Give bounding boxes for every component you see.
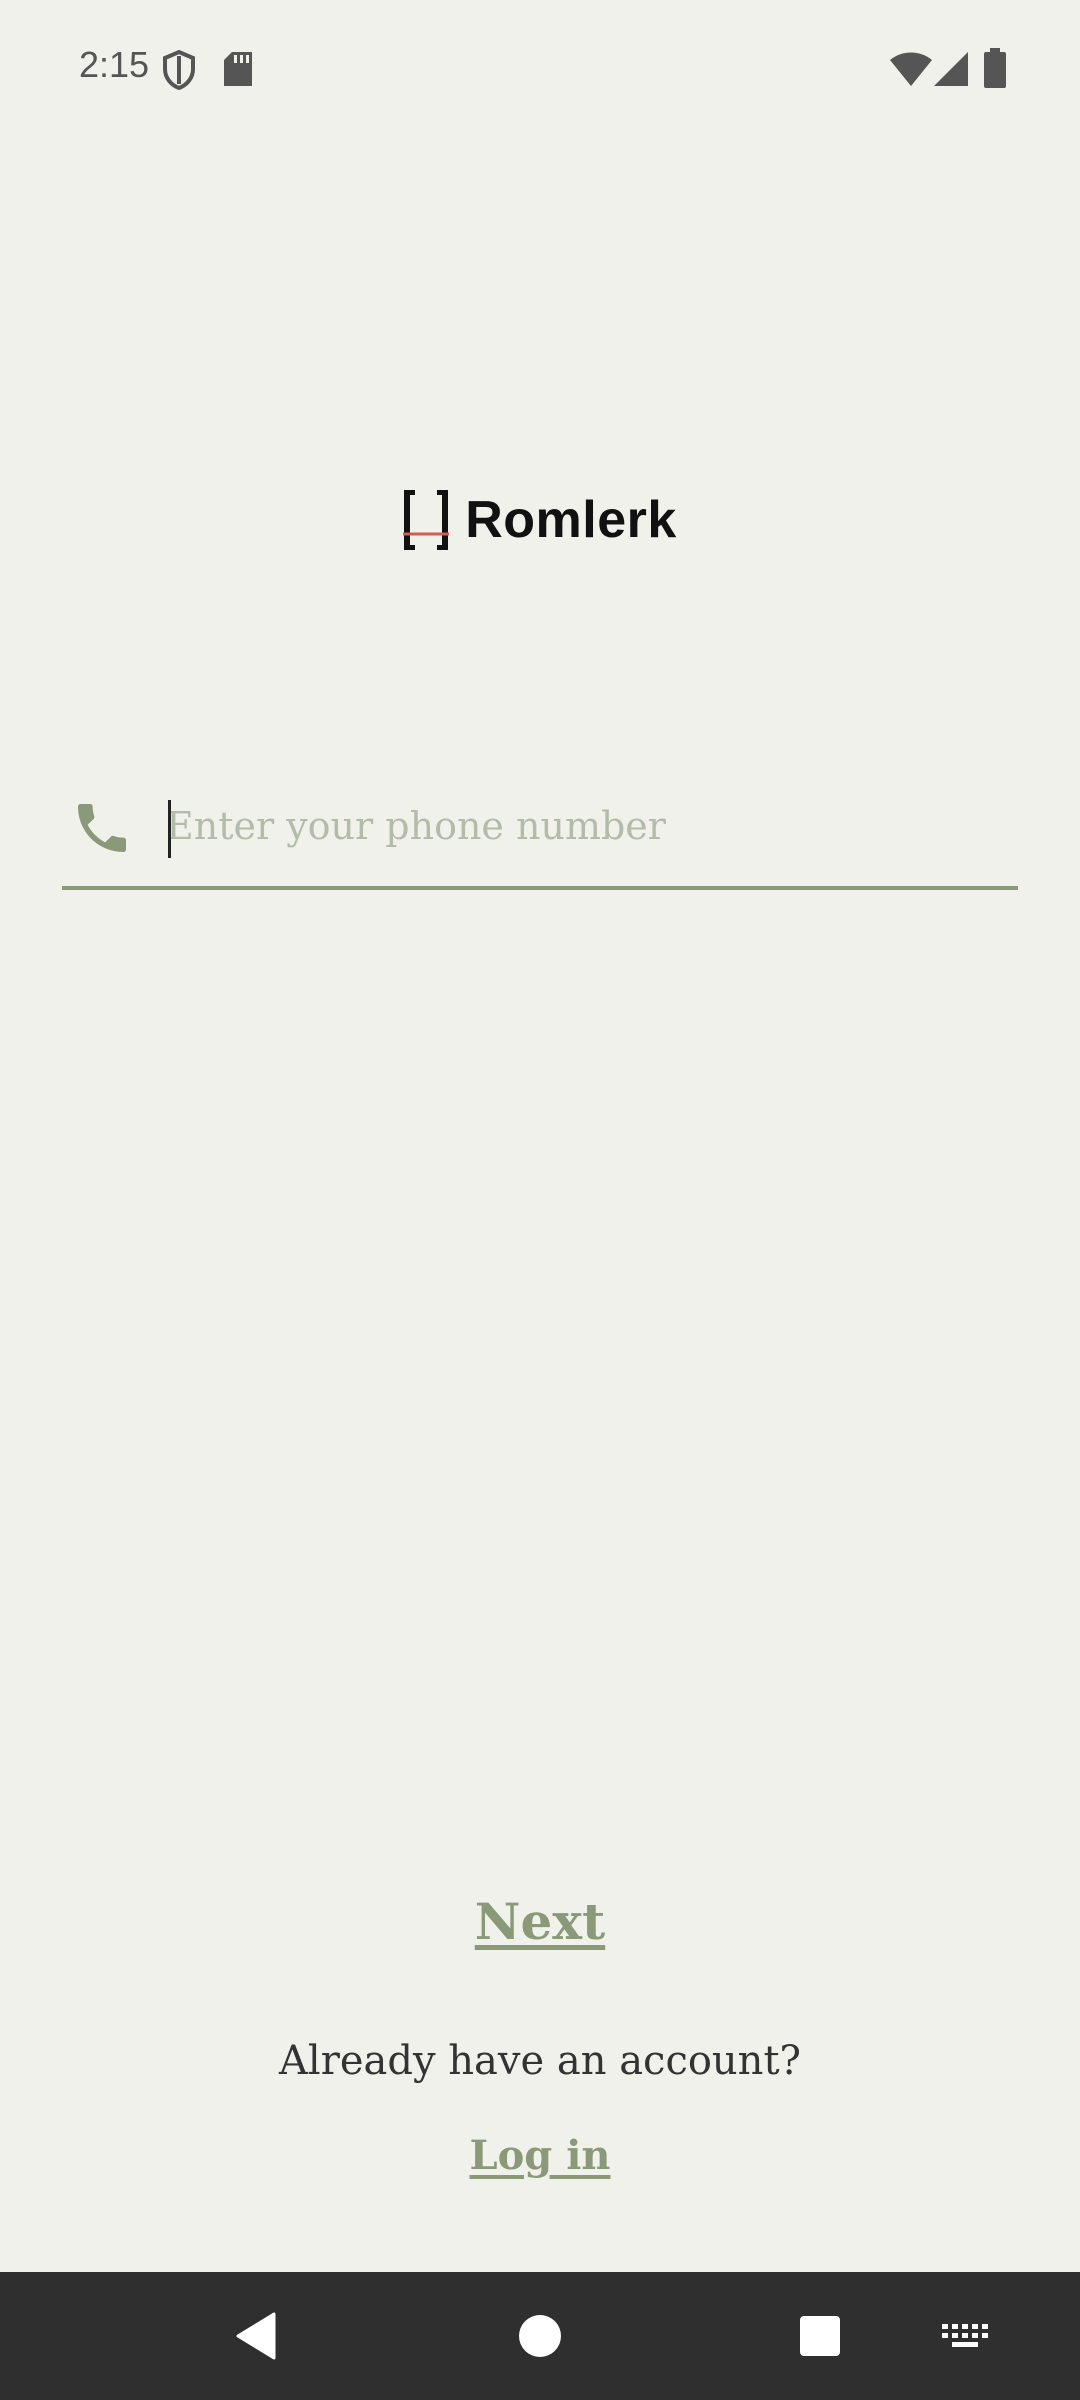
text-caret: [168, 800, 171, 858]
logo-bracket-icon: [403, 490, 450, 550]
app-logo: Romlerk: [0, 490, 1080, 550]
back-icon[interactable]: [234, 2312, 278, 2360]
account-prompt: Already have an account?: [279, 2038, 801, 2084]
phone-icon: [78, 804, 126, 852]
home-icon[interactable]: [518, 2314, 562, 2358]
logo-text: Romlerk: [465, 491, 677, 549]
navigation-bar: [0, 2272, 1080, 2400]
next-button[interactable]: Next: [0, 1892, 1080, 1951]
status-time: 2:15: [79, 44, 150, 85]
wifi-icon: [890, 52, 932, 86]
sd-card-icon: [224, 52, 252, 86]
phone-input[interactable]: [166, 794, 1006, 858]
signal-icon: [934, 52, 968, 86]
phone-field[interactable]: [62, 770, 1018, 890]
battery-icon: [984, 48, 1006, 88]
status-bar: 2:15: [0, 0, 1080, 136]
shield-icon: [163, 50, 195, 90]
login-link[interactable]: Log in: [0, 2132, 1080, 2179]
keyboard-icon[interactable]: [942, 2324, 988, 2350]
recents-icon[interactable]: [800, 2316, 840, 2356]
